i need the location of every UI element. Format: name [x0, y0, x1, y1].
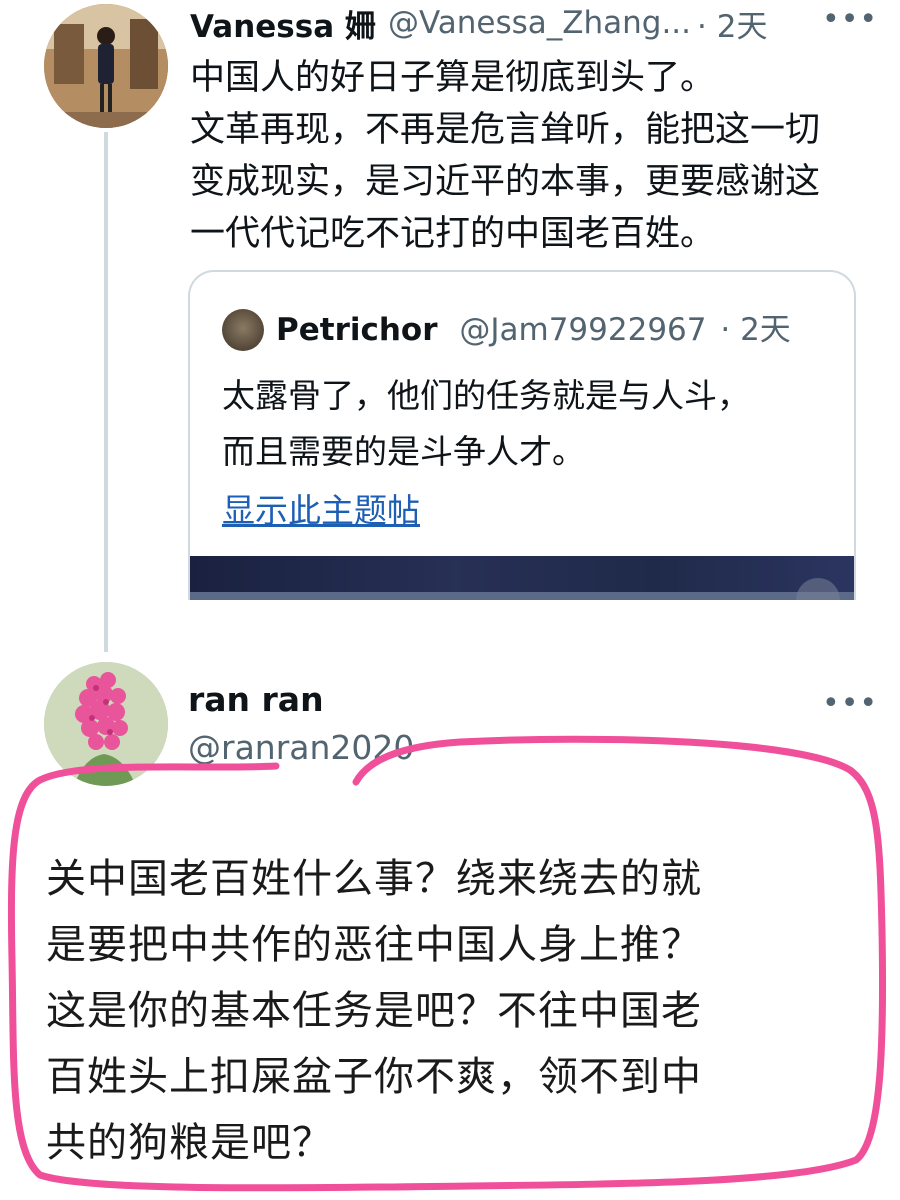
tweet-text: 关中国老百姓什么事？绕来绕去的就 是要把中共作的恶往中国人身上推？ 这是你的基本… [46, 846, 702, 1176]
avatar[interactable] [44, 662, 168, 786]
tweet-text-line: 是要把中共作的恶往中国人身上推？ [46, 922, 702, 968]
quoted-avatar[interactable] [222, 309, 264, 351]
quoted-tweet-text: 太露骨了，他们的任务就是与人斗， 而且需要的是斗争人才。 [222, 368, 750, 480]
tweet-text-line: 这是你的基本任务是吧？不往中国老 [46, 988, 702, 1034]
quoted-timestamp[interactable]: · 2天 [720, 312, 790, 348]
tweet-text-line: 中国人的好日子算是彻底到头了。 [190, 58, 716, 98]
show-thread-link[interactable]: 显示此主题帖 [222, 484, 420, 532]
media-bottom-strip [190, 592, 854, 600]
avatar[interactable] [44, 4, 168, 128]
more-options-icon[interactable]: ••• [822, 2, 878, 37]
quoted-tweet-header: Petrichor @Jam79922967 · 2天 [276, 304, 791, 349]
thread-connector-line [104, 132, 108, 652]
tweet-text-line: 共的狗粮是吧？ [46, 1120, 333, 1166]
tweet-text-line: 关中国老百姓什么事？绕来绕去的就 [46, 856, 702, 902]
quoted-author-handle[interactable]: @Jam79922967 [459, 312, 706, 348]
author-name[interactable]: ran ran [188, 680, 324, 719]
avatar-photo-icon [44, 4, 168, 128]
quoted-text-line: 太露骨了，他们的任务就是与人斗， [222, 376, 750, 415]
quoted-tweet-card[interactable]: Petrichor @Jam79922967 · 2天 太露骨了，他们的任务就是… [188, 270, 856, 600]
author-handle[interactable]: @Vanessa_Zhang... [388, 5, 691, 41]
quoted-author-name[interactable]: Petrichor [276, 312, 438, 348]
more-options-icon[interactable]: ••• [822, 686, 878, 721]
tweet-timestamp[interactable]: · 2天 [697, 1, 767, 46]
author-name[interactable]: Vanessa 姍 [190, 1, 376, 46]
quoted-media-preview[interactable] [190, 556, 854, 600]
tweet-text-line: 百姓头上扣屎盆子你不爽，领不到中 [46, 1054, 702, 1100]
tweet-text-line: 一代代记吃不记打的中国老百姓。 [190, 214, 716, 254]
hyacinth-flower-icon [44, 662, 168, 786]
tweet-text-line: 文革再现，不再是危言耸听，能把这一切 [190, 110, 821, 150]
quoted-text-line: 而且需要的是斗争人才。 [222, 432, 585, 471]
author-handle[interactable]: @ranran2020 [188, 728, 414, 767]
tweet-text: 中国人的好日子算是彻底到头了。 文革再现，不再是危言耸听，能把这一切 变成现实，… [190, 52, 870, 260]
tweet-text-line: 变成现实，是习近平的本事，更要感谢这 [190, 162, 821, 202]
tweet-header: Vanessa 姍 @Vanessa_Zhang... · 2天 [190, 0, 880, 46]
